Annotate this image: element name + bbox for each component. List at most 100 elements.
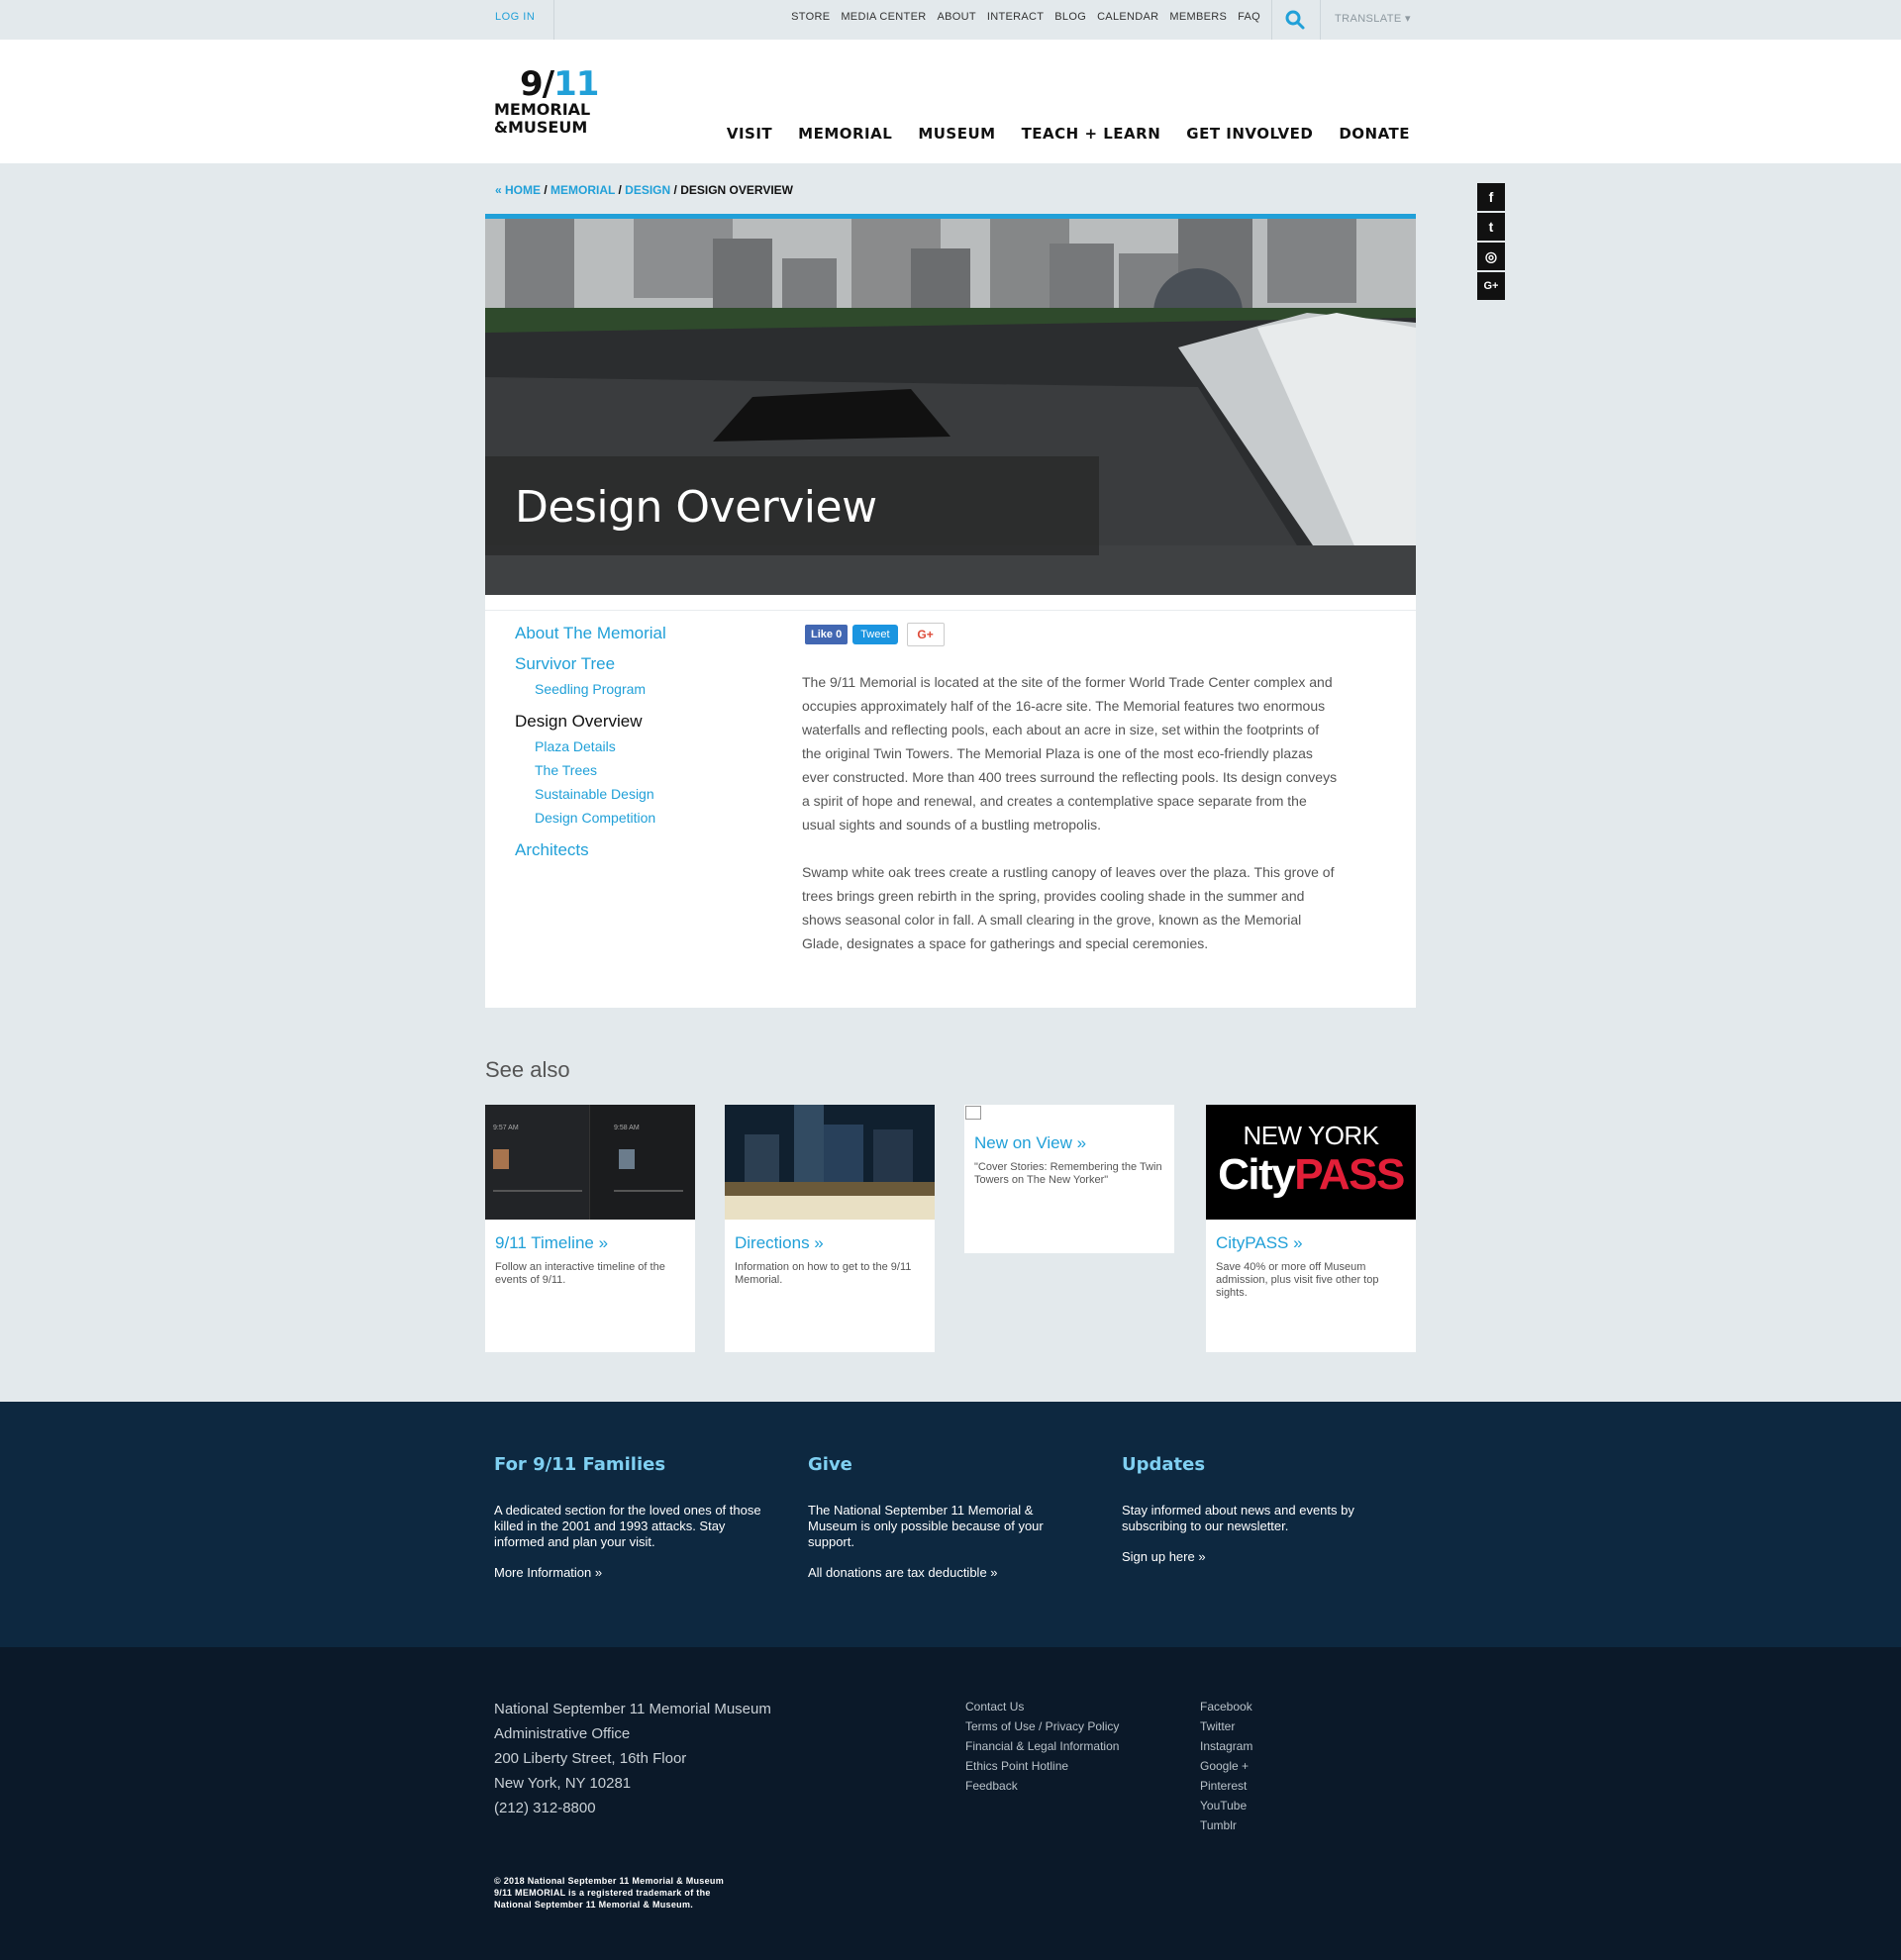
divider xyxy=(485,610,1416,611)
card-timeline[interactable]: 9:57 AM 9:58 AM 9/11 Timeline » Follow a… xyxy=(485,1105,695,1352)
card-image-caption: NEW YORK xyxy=(1243,1121,1379,1150)
page-title: Design Overview xyxy=(515,482,877,533)
card-image-caption: 9:58 AM xyxy=(614,1125,640,1131)
article-body: The 9/11 Memorial is located at the site… xyxy=(802,670,1342,979)
footer-link-financial[interactable]: Financial & Legal Information xyxy=(965,1736,1119,1756)
divider xyxy=(553,0,554,40)
footer-link-feedback[interactable]: Feedback xyxy=(965,1776,1119,1796)
more-information-link[interactable]: More Information » xyxy=(494,1565,602,1580)
section-subnav: About The Memorial Survivor Tree Seedlin… xyxy=(515,624,772,871)
search-icon[interactable] xyxy=(1284,9,1306,31)
utility-link-store[interactable]: STORE xyxy=(791,11,830,23)
subnav-seedling-program[interactable]: Seedling Program xyxy=(535,680,772,698)
hero-title-box: Design Overview xyxy=(485,456,1099,555)
footer-link-terms[interactable]: Terms of Use / Privacy Policy xyxy=(965,1716,1119,1736)
utility-bar: LOG IN STORE MEDIA CENTER ABOUT INTERACT… xyxy=(0,0,1901,40)
footer-link-google-plus[interactable]: Google + xyxy=(1200,1756,1252,1776)
share-buttons: Like 0 Tweet G+ xyxy=(805,623,945,646)
google-plus-button[interactable]: G+ xyxy=(906,623,945,646)
site-logo[interactable]: 9/11 MEMORIAL &MUSEUM xyxy=(494,67,613,147)
card-description: "Cover Stories: Remembering the Twin Tow… xyxy=(974,1161,1162,1186)
footer-families: For 9/11 Families A dedicated section fo… xyxy=(494,1454,761,1582)
card-image-caption: 9:57 AM xyxy=(493,1125,519,1131)
translate-dropdown[interactable]: TRANSLATE ▾ xyxy=(1335,12,1411,25)
see-also-heading: See also xyxy=(485,1057,570,1082)
card-directions[interactable]: Directions » Information on how to get t… xyxy=(725,1105,935,1352)
donations-link[interactable]: All donations are tax deductible » xyxy=(808,1565,998,1580)
see-also-cards: 9:57 AM 9:58 AM 9/11 Timeline » Follow a… xyxy=(485,1105,1416,1352)
subnav-the-trees[interactable]: The Trees xyxy=(535,761,772,779)
card-new-on-view[interactable]: New on View » "Cover Stories: Rememberin… xyxy=(964,1105,1174,1253)
footer-link-instagram[interactable]: Instagram xyxy=(1200,1736,1252,1756)
divider xyxy=(1271,0,1272,40)
subnav-architects[interactable]: Architects xyxy=(515,840,772,860)
subnav-sustainable-design[interactable]: Sustainable Design xyxy=(535,785,772,803)
footer-link-facebook[interactable]: Facebook xyxy=(1200,1697,1252,1716)
nav-donate[interactable]: DONATE xyxy=(1339,125,1410,143)
breadcrumb-current: DESIGN OVERVIEW xyxy=(680,183,793,197)
nav-visit[interactable]: VISIT xyxy=(727,125,772,143)
subnav-design-competition[interactable]: Design Competition xyxy=(535,809,772,827)
footer-link-ethics[interactable]: Ethics Point Hotline xyxy=(965,1756,1119,1776)
footer-updates: Updates Stay informed about news and eve… xyxy=(1122,1454,1389,1566)
utility-link-blog[interactable]: BLOG xyxy=(1054,11,1086,23)
utility-link-about[interactable]: ABOUT xyxy=(937,11,975,23)
nav-museum[interactable]: MUSEUM xyxy=(918,125,995,143)
footer-link-youtube[interactable]: YouTube xyxy=(1200,1796,1252,1815)
subnav-plaza-details[interactable]: Plaza Details xyxy=(535,737,772,755)
card-image: NEW YORK CityPASS xyxy=(1206,1105,1416,1220)
subnav-about-memorial[interactable]: About The Memorial xyxy=(515,624,772,643)
card-image-caption: PASS xyxy=(1294,1150,1405,1199)
card-title[interactable]: CityPASS » xyxy=(1206,1220,1416,1261)
logo-text: &MUSEUM xyxy=(494,118,588,137)
footer-link-pinterest[interactable]: Pinterest xyxy=(1200,1776,1252,1796)
address-line: 200 Liberty Street, 16th Floor xyxy=(494,1750,687,1767)
footer-link-twitter[interactable]: Twitter xyxy=(1200,1716,1252,1736)
google-plus-icon[interactable]: G+ xyxy=(1477,272,1505,300)
newsletter-signup-link[interactable]: Sign up here » xyxy=(1122,1549,1206,1564)
utility-links: STORE MEDIA CENTER ABOUT INTERACT BLOG C… xyxy=(791,11,1260,23)
facebook-icon[interactable]: f xyxy=(1477,183,1505,211)
twitter-icon[interactable]: t xyxy=(1477,213,1505,241)
footer-social-links: Facebook Twitter Instagram Google + Pint… xyxy=(1200,1697,1252,1835)
footer-heading: For 9/11 Families xyxy=(494,1454,666,1475)
card-title[interactable]: New on View » xyxy=(964,1120,1174,1161)
card-title[interactable]: 9/11 Timeline » xyxy=(485,1220,695,1261)
breadcrumb-design[interactable]: DESIGN xyxy=(625,183,670,197)
card-title[interactable]: Directions » xyxy=(725,1220,935,1261)
subnav-survivor-tree[interactable]: Survivor Tree xyxy=(515,654,772,674)
footer-bottom: National September 11 Memorial Museum Ad… xyxy=(0,1647,1901,1960)
footer-link-contact[interactable]: Contact Us xyxy=(965,1697,1119,1716)
content-panel: About The Memorial Survivor Tree Seedlin… xyxy=(485,595,1416,1008)
card-image-caption: City xyxy=(1218,1150,1296,1199)
breadcrumb-memorial[interactable]: MEMORIAL xyxy=(550,183,615,197)
breadcrumb-home[interactable]: « HOME xyxy=(495,183,541,197)
footer-link-tumblr[interactable]: Tumblr xyxy=(1200,1815,1252,1835)
footer-give: Give The National September 11 Memorial … xyxy=(808,1454,1075,1582)
login-link[interactable]: LOG IN xyxy=(495,11,535,23)
divider xyxy=(1320,0,1321,40)
utility-link-faq[interactable]: FAQ xyxy=(1238,11,1260,23)
copyright-line: © 2018 National September 11 Memorial & … xyxy=(494,1876,725,1886)
nav-get-involved[interactable]: GET INVOLVED xyxy=(1186,125,1313,143)
footer-heading: Updates xyxy=(1122,1454,1206,1475)
site-header: 9/11 MEMORIAL &MUSEUM VISIT MEMORIAL MUS… xyxy=(0,40,1901,163)
breadcrumb: « HOME / MEMORIAL / DESIGN / DESIGN OVER… xyxy=(495,183,793,197)
subnav-design-overview[interactable]: Design Overview xyxy=(515,712,772,732)
logo-text: 9/ xyxy=(520,64,554,104)
utility-link-interact[interactable]: INTERACT xyxy=(987,11,1044,23)
nav-memorial[interactable]: MEMORIAL xyxy=(798,125,892,143)
hero-banner: Design Overview xyxy=(485,214,1416,595)
address-line: National September 11 Memorial Museum xyxy=(494,1701,771,1717)
nav-teach-learn[interactable]: TEACH + LEARN xyxy=(1022,125,1161,143)
address-line: New York, NY 10281 xyxy=(494,1775,632,1792)
utility-link-members[interactable]: MEMBERS xyxy=(1169,11,1227,23)
social-share-sidebar: f t ◎ G+ xyxy=(1477,183,1505,301)
facebook-like-button[interactable]: Like 0 xyxy=(805,625,849,644)
utility-link-calendar[interactable]: CALENDAR xyxy=(1097,11,1158,23)
utility-link-media-center[interactable]: MEDIA CENTER xyxy=(841,11,926,23)
tweet-button[interactable]: Tweet xyxy=(852,625,898,644)
card-citypass[interactable]: NEW YORK CityPASS CityPASS » Save 40% or… xyxy=(1206,1105,1416,1352)
instagram-icon[interactable]: ◎ xyxy=(1477,243,1505,270)
card-description: Information on how to get to the 9/11 Me… xyxy=(735,1261,912,1286)
